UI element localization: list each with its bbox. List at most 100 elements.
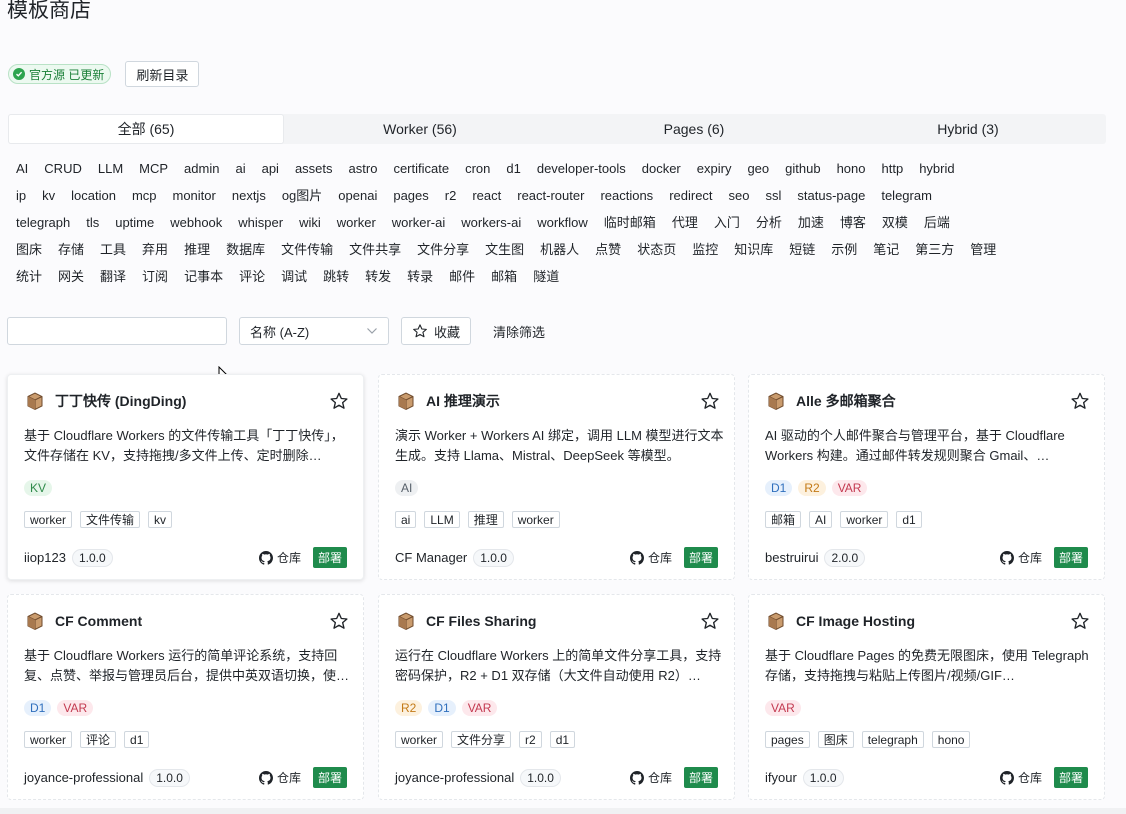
tag-filter-item[interactable]: ip bbox=[8, 186, 34, 206]
tag-filter-item[interactable]: api bbox=[254, 159, 287, 179]
tag-filter-item[interactable]: react-router bbox=[509, 186, 592, 206]
tag-filter-item[interactable]: 第三方 bbox=[907, 240, 962, 260]
tag-filter-item[interactable]: og图片 bbox=[274, 186, 330, 206]
favorite-star-icon[interactable] bbox=[329, 611, 349, 631]
card-tag-chip[interactable]: worker bbox=[24, 511, 73, 528]
tag-filter-item[interactable]: 双模 bbox=[874, 213, 916, 233]
favorite-star-icon[interactable] bbox=[700, 391, 720, 411]
card-tag-chip[interactable]: 邮箱 bbox=[765, 511, 802, 528]
repo-link[interactable]: 仓库 bbox=[999, 769, 1042, 786]
tag-filter-item[interactable]: status-page bbox=[789, 186, 873, 206]
favorites-filter-button[interactable]: 收藏 bbox=[401, 317, 472, 345]
tag-filter-item[interactable]: 邮箱 bbox=[483, 267, 525, 287]
deploy-button[interactable]: 部署 bbox=[683, 547, 718, 568]
card-tag-chip[interactable]: telegraph bbox=[861, 731, 924, 748]
tab-hybrid[interactable]: Hybrid (3) bbox=[831, 115, 1105, 143]
card-tag-chip[interactable]: AI bbox=[809, 511, 833, 528]
tag-filter-item[interactable]: MCP bbox=[131, 159, 176, 179]
template-card[interactable]: CF Files Sharing 运行在 Cloudflare Workers … bbox=[378, 594, 735, 800]
deploy-button[interactable]: 部署 bbox=[1053, 767, 1088, 788]
favorite-star-icon[interactable] bbox=[329, 391, 349, 411]
tag-filter-item[interactable]: 调试 bbox=[273, 267, 315, 287]
tag-filter-item[interactable]: telegraph bbox=[8, 213, 78, 233]
tag-filter-item[interactable]: 记事本 bbox=[176, 267, 231, 287]
tag-filter-item[interactable]: 隧道 bbox=[525, 267, 567, 287]
tag-filter-item[interactable]: 入门 bbox=[706, 213, 748, 233]
tag-filter-item[interactable]: 图床 bbox=[8, 240, 50, 260]
tag-filter-item[interactable]: r2 bbox=[437, 186, 465, 206]
favorite-star-icon[interactable] bbox=[1070, 611, 1090, 631]
tag-filter-item[interactable]: redirect bbox=[661, 186, 720, 206]
template-card[interactable]: Alle 多邮箱聚合 AI 驱动的个人邮件聚合与管理平台，基于 Cloudfla… bbox=[748, 374, 1105, 580]
tag-filter-item[interactable]: 短链 bbox=[781, 240, 823, 260]
tag-filter-item[interactable]: 评论 bbox=[231, 267, 273, 287]
repo-link[interactable]: 仓库 bbox=[258, 769, 301, 786]
card-tag-chip[interactable]: LLM bbox=[424, 511, 460, 528]
card-tag-chip[interactable]: d1 bbox=[549, 731, 576, 748]
deploy-button[interactable]: 部署 bbox=[312, 547, 347, 568]
tab-pages[interactable]: Pages (6) bbox=[557, 115, 831, 143]
tag-filter-item[interactable]: 笔记 bbox=[865, 240, 907, 260]
template-card[interactable]: 丁丁快传 (DingDing) 基于 Cloudflare Workers 的文… bbox=[7, 374, 364, 580]
deploy-button[interactable]: 部署 bbox=[1053, 547, 1088, 568]
tag-filter-item[interactable]: 邮件 bbox=[441, 267, 483, 287]
tag-filter-item[interactable]: workers-ai bbox=[453, 213, 529, 233]
card-tag-chip[interactable]: worker bbox=[395, 731, 444, 748]
tag-filter-item[interactable]: admin bbox=[176, 159, 227, 179]
tag-filter-item[interactable]: ai bbox=[227, 159, 253, 179]
tag-filter-item[interactable]: LLM bbox=[90, 159, 131, 179]
tag-filter-item[interactable]: 转录 bbox=[399, 267, 441, 287]
card-tag-chip[interactable]: worker bbox=[840, 511, 889, 528]
tag-filter-item[interactable]: docker bbox=[634, 159, 689, 179]
tag-filter-item[interactable]: location bbox=[63, 186, 124, 206]
tag-filter-item[interactable]: hono bbox=[829, 159, 874, 179]
tag-filter-item[interactable]: 后端 bbox=[916, 213, 958, 233]
card-tag-chip[interactable]: 文件分享 bbox=[451, 731, 512, 748]
tag-filter-item[interactable]: certificate bbox=[385, 159, 457, 179]
card-tag-chip[interactable]: kv bbox=[148, 511, 173, 528]
tag-filter-item[interactable]: telegram bbox=[873, 186, 940, 206]
tag-filter-item[interactable]: CRUD bbox=[36, 159, 90, 179]
tag-filter-item[interactable]: 翻译 bbox=[92, 267, 134, 287]
tag-filter-item[interactable]: 文件分享 bbox=[409, 240, 477, 260]
tag-filter-item[interactable]: 统计 bbox=[8, 267, 50, 287]
tag-filter-item[interactable]: AI bbox=[8, 159, 36, 179]
tag-filter-item[interactable]: 状态页 bbox=[629, 240, 684, 260]
card-tag-chip[interactable]: hono bbox=[931, 731, 971, 748]
tag-filter-item[interactable]: 存储 bbox=[50, 240, 92, 260]
card-tag-chip[interactable]: r2 bbox=[519, 731, 542, 748]
tag-filter-item[interactable]: workflow bbox=[529, 213, 596, 233]
card-tag-chip[interactable]: pages bbox=[765, 731, 810, 748]
tag-filter-item[interactable]: whisper bbox=[230, 213, 291, 233]
tab-all[interactable]: 全部 (65) bbox=[9, 115, 283, 143]
tag-filter-item[interactable]: 分析 bbox=[748, 213, 790, 233]
tag-filter-item[interactable]: 代理 bbox=[664, 213, 706, 233]
tag-filter-item[interactable]: 管理 bbox=[962, 240, 1004, 260]
tag-filter-item[interactable]: tls bbox=[78, 213, 107, 233]
tag-filter-item[interactable]: 订阅 bbox=[134, 267, 176, 287]
tag-filter-item[interactable]: 加速 bbox=[790, 213, 832, 233]
tag-filter-item[interactable]: 文生图 bbox=[477, 240, 532, 260]
tag-filter-item[interactable]: react bbox=[464, 186, 509, 206]
sort-select[interactable]: 名称 (A-Z) bbox=[239, 317, 389, 345]
tag-filter-item[interactable]: webhook bbox=[162, 213, 230, 233]
tab-worker[interactable]: Worker (56) bbox=[283, 115, 557, 143]
tag-filter-item[interactable]: 示例 bbox=[823, 240, 865, 260]
deploy-button[interactable]: 部署 bbox=[312, 767, 347, 788]
tag-filter-item[interactable]: wiki bbox=[291, 213, 329, 233]
tag-filter-item[interactable]: worker bbox=[329, 213, 384, 233]
tag-filter-item[interactable]: monitor bbox=[165, 186, 224, 206]
tag-filter-item[interactable]: astro bbox=[341, 159, 386, 179]
repo-link[interactable]: 仓库 bbox=[999, 549, 1042, 566]
tag-filter-item[interactable]: openai bbox=[330, 186, 385, 206]
tag-filter-item[interactable]: expiry bbox=[689, 159, 740, 179]
card-tag-chip[interactable]: d1 bbox=[896, 511, 922, 528]
card-tag-chip[interactable]: worker bbox=[511, 511, 560, 528]
tag-filter-item[interactable]: cron bbox=[457, 159, 498, 179]
tag-filter-item[interactable]: geo bbox=[739, 159, 777, 179]
template-card[interactable]: AI 推理演示 演示 Worker + Workers AI 绑定，调用 LLM… bbox=[378, 374, 735, 580]
favorite-star-icon[interactable] bbox=[1070, 391, 1090, 411]
tag-filter-item[interactable]: uptime bbox=[107, 213, 162, 233]
tag-filter-item[interactable]: mcp bbox=[124, 186, 165, 206]
tag-filter-item[interactable]: assets bbox=[287, 159, 341, 179]
